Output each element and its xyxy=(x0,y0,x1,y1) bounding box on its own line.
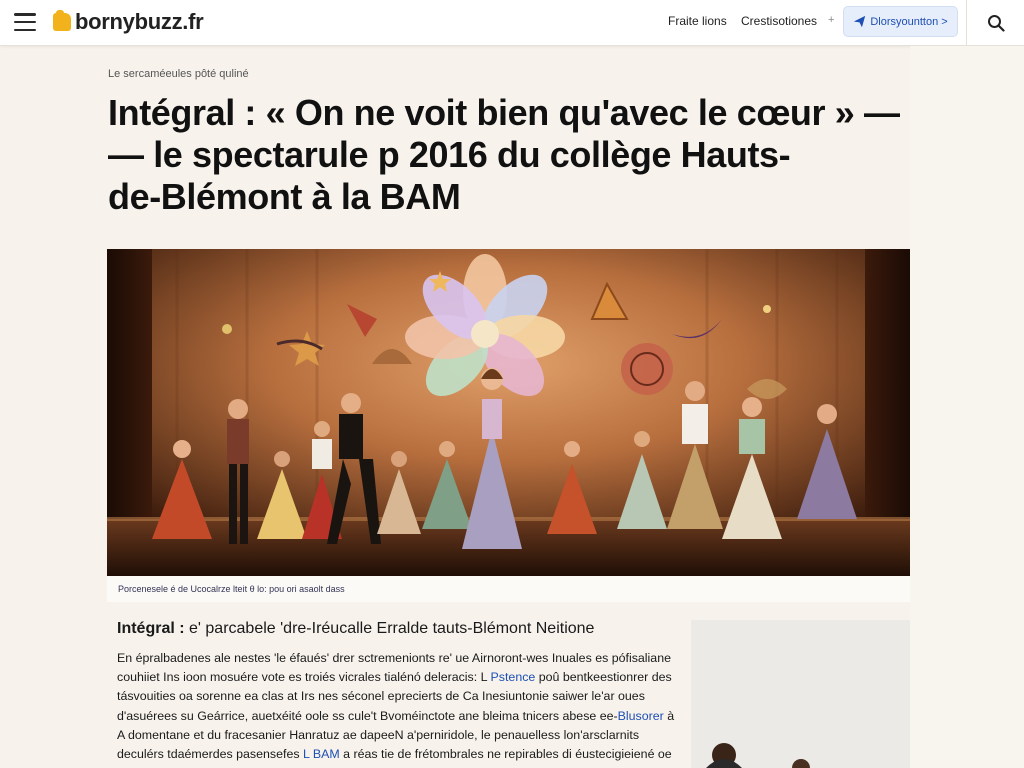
body-line: ératc le foulces c'ranneouosé é'orr li'l… xyxy=(117,764,677,768)
nav-link-1[interactable]: Fraite lions xyxy=(668,14,727,28)
body-line: d'asuérees su Geárrice, auetxéité oole s… xyxy=(117,707,677,726)
headline-line: de-Blémont à la BAM xyxy=(108,176,461,217)
side-photo[interactable] xyxy=(691,620,910,768)
search-button[interactable] xyxy=(966,0,1024,46)
body-text-segment: poû bentkeestionrer des xyxy=(535,670,672,685)
inline-link[interactable]: Pstence xyxy=(491,670,536,684)
subhead-bold: Intégral : xyxy=(117,620,185,637)
body-line: A domentane et du fracesanier Hanratuz a… xyxy=(117,726,677,745)
body-text-segment: d'asuérees su Geárrice, auetxéité oole s… xyxy=(117,708,618,723)
article-body: En épralbadenes ale nestes 'le éfaués' d… xyxy=(117,649,677,768)
body-text-segment: deculérs tdaémerdes pasensefes xyxy=(117,747,303,762)
body-line: couhiiet Ins ioon mosuére vote es troiés… xyxy=(117,668,677,687)
bucket-icon xyxy=(53,10,71,31)
inline-link[interactable]: Blusorer xyxy=(618,709,664,723)
search-icon xyxy=(987,15,1005,32)
body-text-segment: En épralbadenes ale nestes 'le éfaués' d… xyxy=(117,651,671,665)
nav-separator: + xyxy=(828,14,835,26)
headline-line: — le spectarule p 2016 du collège Hauts- xyxy=(108,134,791,175)
subhead-rest: e' parcabele 'dre-Iréucalle Erralde taut… xyxy=(184,620,595,637)
article-headline: Intégral : « On ne voit bien qu'avec le … xyxy=(108,92,908,218)
body-line: En épralbadenes ale nestes 'le éfaués' d… xyxy=(117,649,677,668)
top-bar: bornybuzz.fr Fraite lions Crestisotiones… xyxy=(0,0,1024,46)
send-icon xyxy=(854,15,866,28)
site-logo[interactable]: bornybuzz.fr xyxy=(53,9,204,35)
body-text-segment: couhiiet Ins ioon mosuére vote es troiés… xyxy=(117,670,491,685)
body-line: deculérs tdaémerdes pasensefes L BAM a r… xyxy=(117,745,677,764)
article-subhead: Intégral : e' parcabele 'dre-Iréucalle E… xyxy=(117,620,677,638)
headline-line: Intégral : « On ne voit bien qu'avec le … xyxy=(108,92,900,133)
cta-button[interactable]: Dlorsyountton > xyxy=(843,6,958,37)
body-text-segment: tásvouities oa sorenne ea clas at Irs ne… xyxy=(117,689,645,704)
hero-photo[interactable] xyxy=(107,249,910,576)
article-kicker: Le sercaméeules pôté quliné xyxy=(108,68,249,80)
nav-link-2[interactable]: Crestisotiones xyxy=(741,14,817,28)
body-text-segment: à xyxy=(663,708,675,723)
body-text-segment: a réas tie de frétombrales ne repirables… xyxy=(339,747,672,762)
cta-label: Dlorsyountton > xyxy=(870,15,948,28)
page-margin xyxy=(910,46,1024,768)
hamburger-icon[interactable] xyxy=(14,13,36,31)
inline-link[interactable]: L BAM xyxy=(303,747,340,761)
body-text-segment: A domentane et du fracesanier Hanratuz a… xyxy=(117,727,640,742)
image-caption: Porcenesele é de Ucocalrze lteit θ lo: p… xyxy=(118,584,345,594)
body-line: tásvouities oa sorenne ea clas at Irs ne… xyxy=(117,687,677,706)
site-name: bornybuzz.fr xyxy=(75,9,204,34)
